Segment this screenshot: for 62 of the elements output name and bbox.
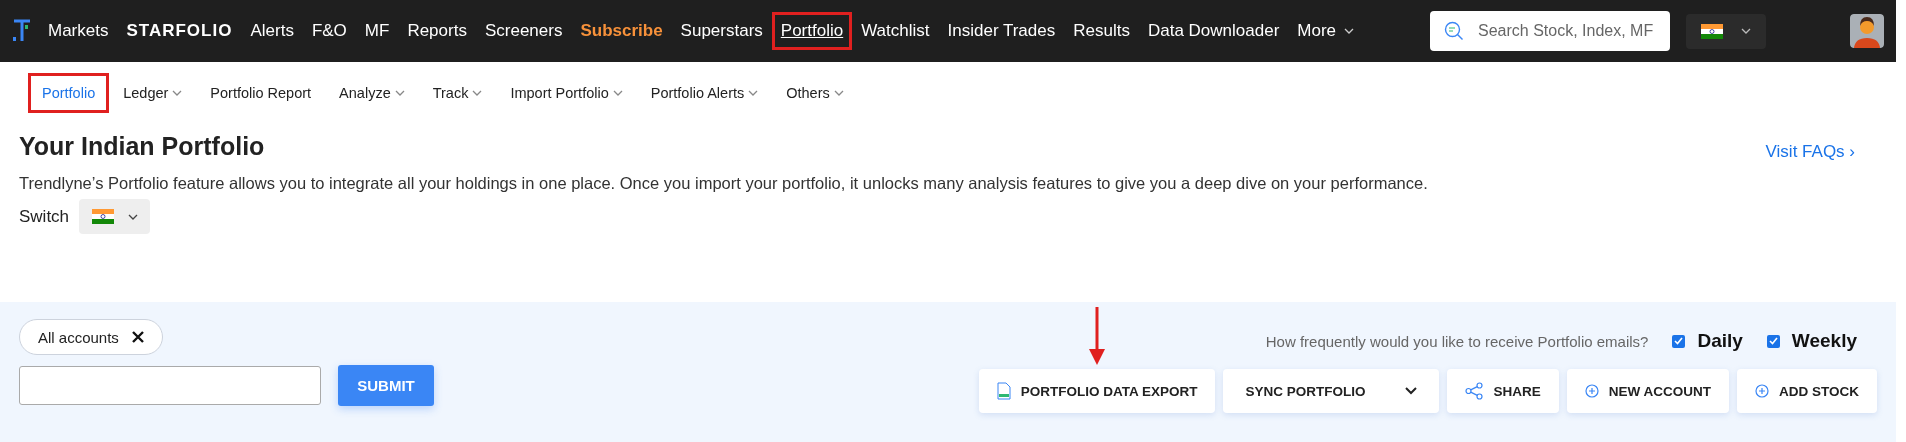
plus-circle-icon <box>1584 384 1599 398</box>
nav-link[interactable]: Screeners <box>475 12 572 50</box>
nav-link[interactable]: Results <box>1064 12 1139 50</box>
subnav-tab[interactable]: Ledger <box>109 73 197 113</box>
nav-link[interactable]: Data Downloader <box>1138 12 1289 50</box>
page-title: Your Indian Portfolio <box>19 132 265 161</box>
subnav-tab[interactable]: Import Portfolio <box>496 73 637 113</box>
checkbox-label: Weekly <box>1791 330 1857 352</box>
subnav-tab[interactable]: Portfolio Alerts <box>636 73 773 113</box>
subnav-tab[interactable]: Analyze <box>325 73 419 113</box>
logo-icon[interactable] <box>12 18 32 44</box>
caret-icon <box>833 90 844 96</box>
plus-circle-icon <box>1755 384 1769 398</box>
nav-link[interactable]: STARFOLIO <box>117 12 242 50</box>
share-icon <box>1465 382 1484 400</box>
caret-icon <box>1741 28 1751 34</box>
action-button[interactable]: ADD STOCK <box>1737 369 1877 413</box>
flag-icon <box>1701 23 1723 39</box>
nav-link[interactable]: F&O <box>302 12 356 50</box>
nav-link[interactable]: Insider Trades <box>938 12 1065 50</box>
action-button[interactable]: NEW ACCOUNT <box>1566 369 1729 413</box>
caret-icon <box>394 90 405 96</box>
caret-icon <box>748 90 759 96</box>
subnav-tab[interactable]: Portfolio <box>28 73 110 113</box>
close-icon[interactable] <box>131 331 144 343</box>
faq-link[interactable]: Visit FAQs › <box>1765 142 1855 162</box>
action-button[interactable]: SYNC PORTFOLIO <box>1223 369 1440 413</box>
caret-icon <box>472 90 483 96</box>
submit-button[interactable]: SUBMIT <box>338 365 434 406</box>
country-selector[interactable] <box>1686 13 1766 49</box>
flag-icon <box>91 209 114 224</box>
checkbox-label: Daily <box>1697 330 1743 352</box>
checkbox[interactable] <box>1766 334 1780 348</box>
subnav-tab[interactable]: Portfolio Report <box>196 73 326 113</box>
nav-link[interactable]: Subscribe <box>571 12 672 50</box>
caret-icon <box>1405 387 1418 395</box>
nav-link[interactable]: MF <box>355 12 399 50</box>
nav-link[interactable]: Portfolio <box>771 12 853 50</box>
nav-link[interactable]: More <box>1288 12 1364 50</box>
caret-icon <box>127 213 138 220</box>
avatar-icon[interactable] <box>1850 14 1884 48</box>
nav-link[interactable]: Markets <box>39 12 118 50</box>
spreadsheet-file-icon <box>996 382 1011 400</box>
caret-icon <box>172 90 183 96</box>
caret-icon <box>1344 28 1355 34</box>
country-dropdown[interactable] <box>79 199 151 234</box>
email-question: How frequently would you like to receive Portfolio emails? <box>1265 332 1649 350</box>
nav-link[interactable]: Alerts <box>241 12 303 50</box>
nav-link[interactable]: Superstars <box>671 12 772 50</box>
subnav-tab[interactable]: Others <box>772 73 858 113</box>
input-field[interactable] <box>19 366 321 405</box>
subnav-tab[interactable]: Track <box>418 73 497 113</box>
nav-link[interactable]: Reports <box>398 12 476 50</box>
switch-label: Switch <box>19 206 70 227</box>
chip-label: All accounts <box>38 328 119 346</box>
search-field[interactable]: Search Stock, Index, MF <box>1430 11 1670 51</box>
account-chip[interactable]: All accounts <box>19 319 163 355</box>
caret-icon <box>612 90 623 96</box>
action-button[interactable]: SHARE <box>1447 369 1559 413</box>
checkbox[interactable] <box>1672 334 1686 348</box>
description: Trendlyne’s Portfolio feature allows you to integrate all your holdings in one place. Once you import your portfolio, it unlocks many analysis features to give you a deep dive on your performance. <box>19 174 1429 193</box>
nav-link[interactable]: Watchlist <box>852 12 939 50</box>
